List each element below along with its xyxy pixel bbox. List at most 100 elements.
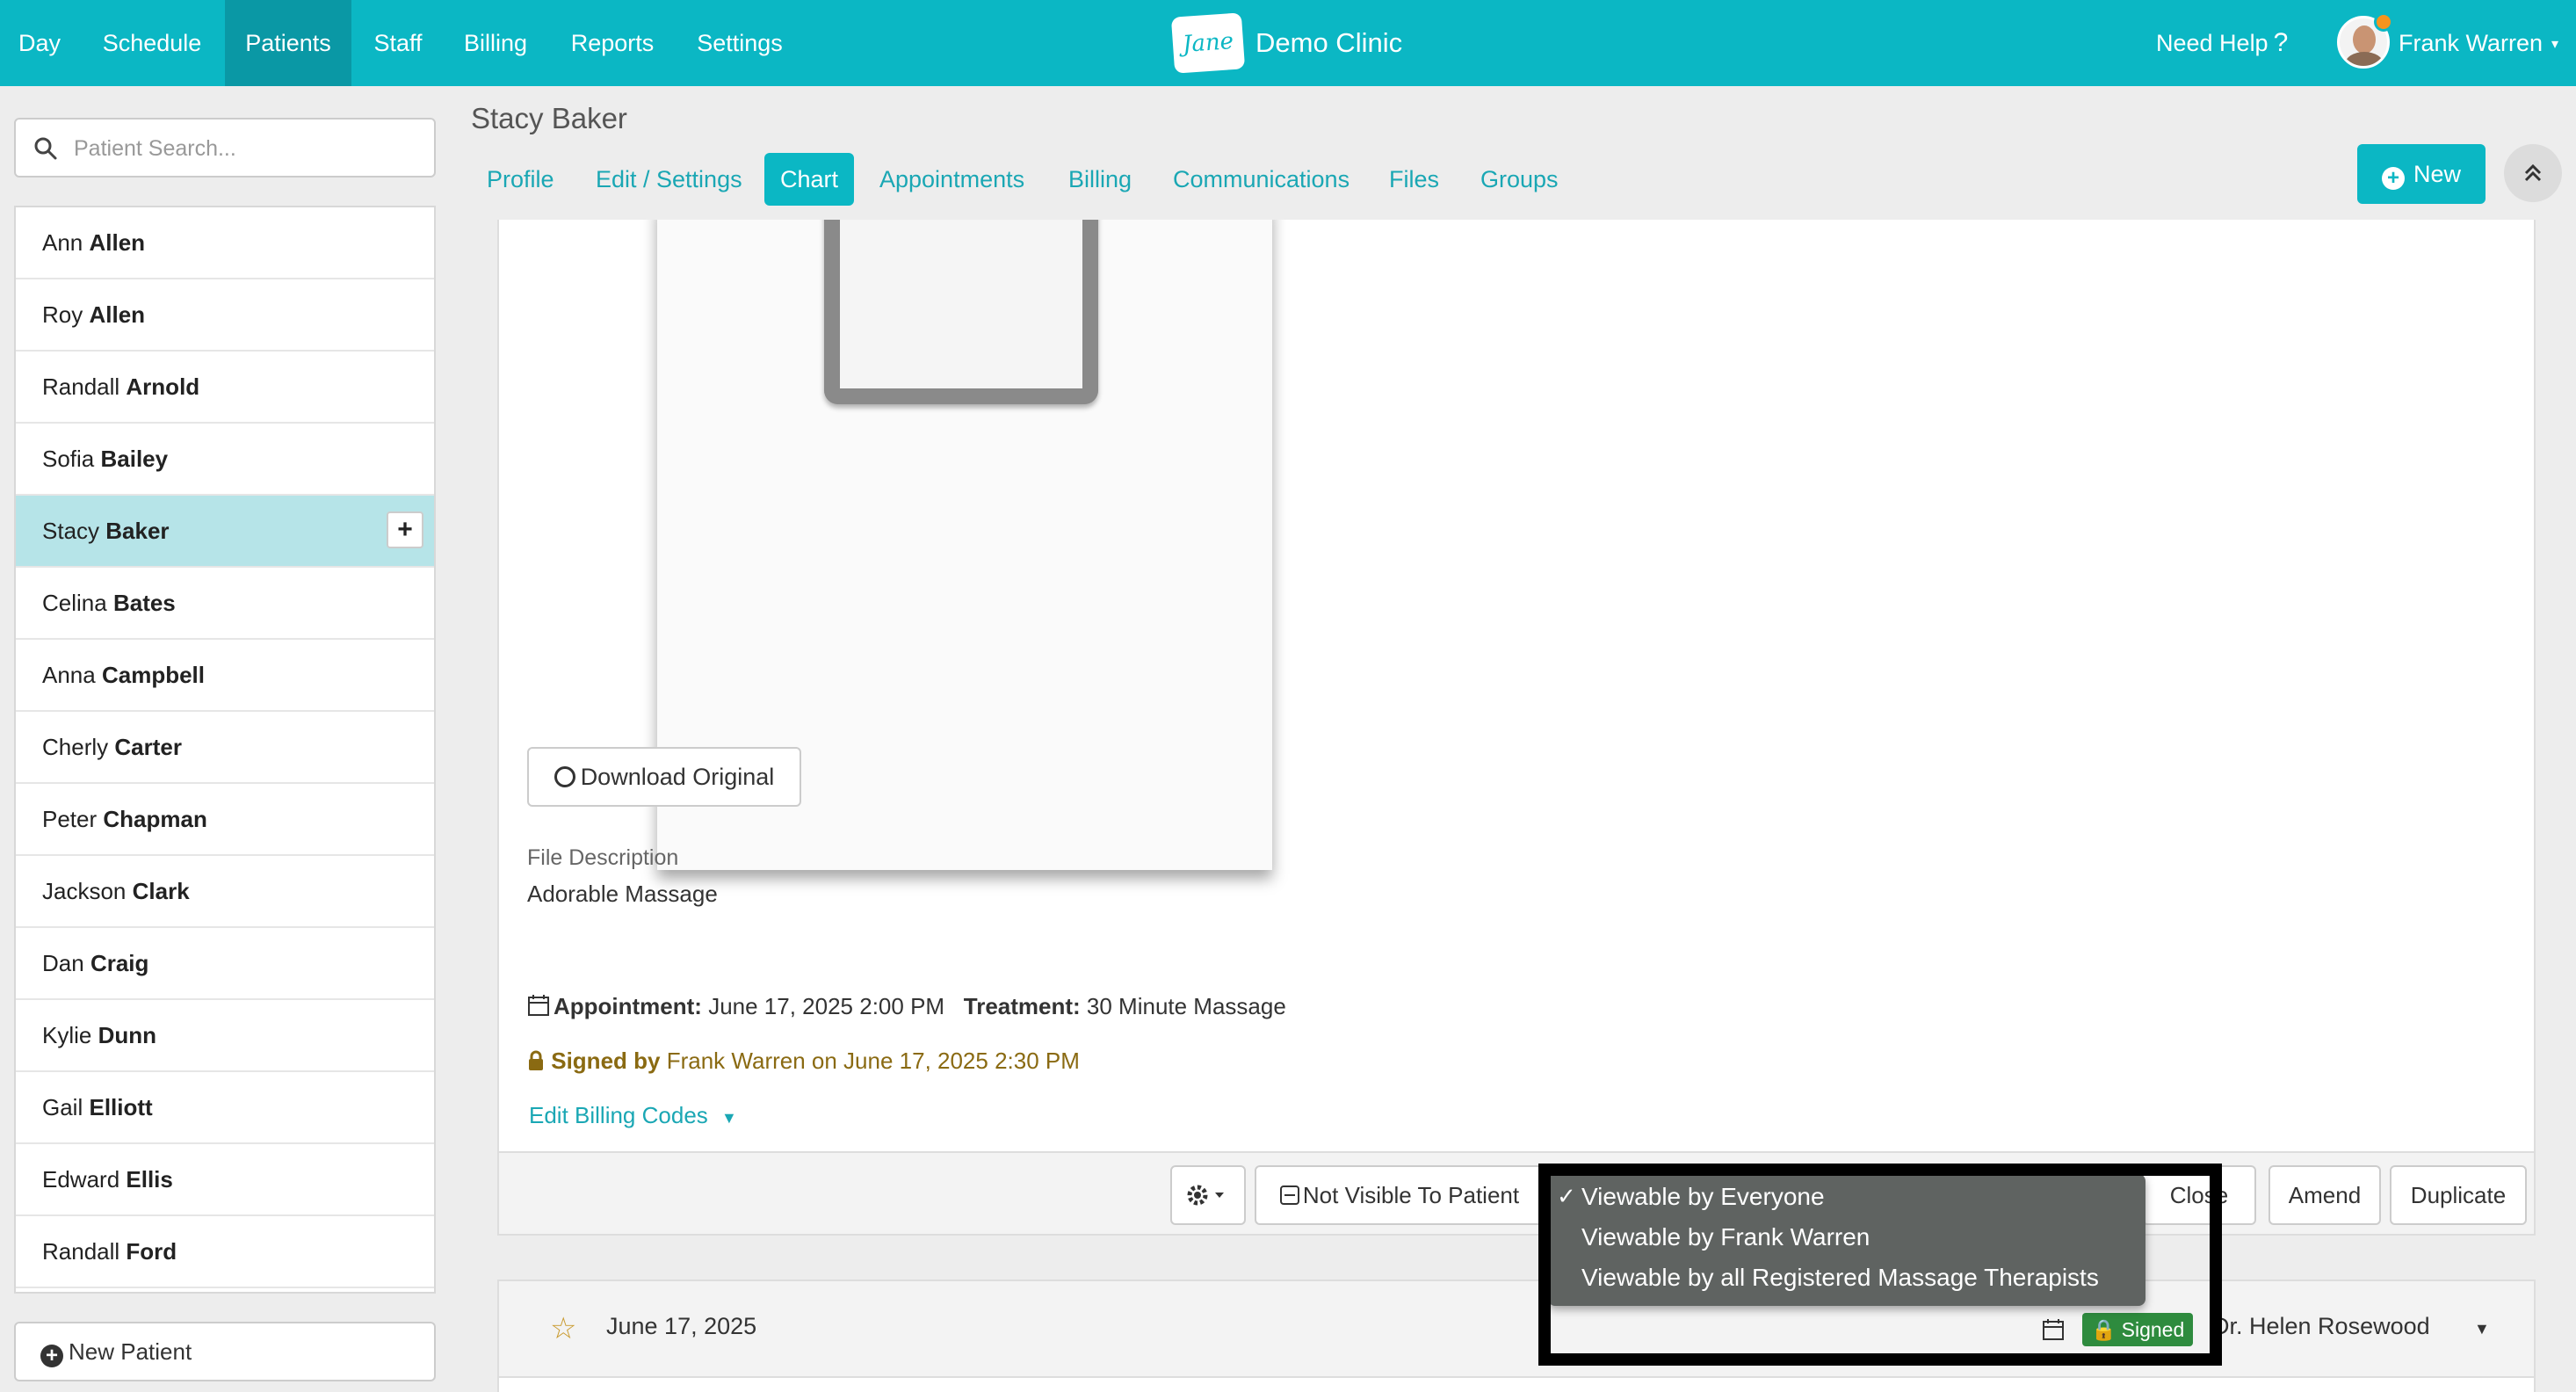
patient-list-item[interactable]: Edward Ellis [16,1144,434,1216]
tab-appointments[interactable]: Appointments [864,153,1040,206]
visibility-button[interactable]: Not Visible To Patient [1255,1165,1545,1225]
amend-button[interactable]: Amend [2268,1165,2381,1225]
entry-header[interactable]: ☆ June 17, 2025 🔒 Signed Dr. Helen Rosewo… [499,1281,2534,1378]
patient-first-name: Stacy [42,518,100,544]
patient-first-name: Kylie [42,1022,92,1048]
download-label: Download Original [580,764,775,790]
patient-last-name: Ford [126,1238,177,1265]
nav-billing[interactable]: Billing [445,0,546,86]
patient-list-item[interactable]: Randall Ford [16,1216,434,1288]
nav-patients[interactable]: Patients [225,0,351,86]
patient-first-name: Ann [42,229,83,256]
jane-logo: Jane [1170,12,1246,74]
download-original-button[interactable]: Download Original [527,747,801,807]
patient-first-name: Randall [42,373,120,400]
search-icon [34,137,57,160]
patient-list-item[interactable]: Anna Campbell [16,640,434,712]
patient-list-item[interactable]: Dan Craig [16,928,434,1000]
patient-list-item[interactable]: Celina Bates [16,568,434,640]
chart-entry-footer: Not Visible To Patient Close Amend Dupli… [499,1151,2534,1234]
patient-first-name: Edward [42,1166,120,1193]
nav-day[interactable]: Day [0,0,79,86]
nav-settings[interactable]: Settings [678,0,801,86]
collapse-button[interactable] [2504,144,2562,202]
appointment-value: June 17, 2025 2:00 PM [708,993,945,1019]
treatment-label: Treatment: [963,993,1081,1019]
need-help-link[interactable]: Need Help? [2156,0,2288,86]
patient-list-item[interactable]: Peter Chapman [16,784,434,856]
patient-last-name: Campbell [101,662,205,688]
patient-last-name: Carter [114,734,182,760]
next-chart-entry: ☆ June 17, 2025 🔒 Signed Dr. Helen Rosewo… [497,1280,2536,1392]
patient-list-item[interactable]: Ann Allen [16,207,434,279]
patient-first-name: Cherly [42,734,109,760]
new-patient-label: New Patient [69,1338,192,1365]
visibility-icon [1279,1185,1299,1205]
gear-icon [1187,1185,1224,1206]
double-chevron-up-icon [2524,163,2542,182]
question-icon: ? [2273,28,2289,57]
patient-first-name: Dan [42,950,84,976]
patient-last-name: Bailey [100,446,169,472]
edit-billing-codes-link[interactable]: Edit Billing Codes ▼ [529,1102,737,1129]
appointment-line: Appointment: June 17, 2025 2:00 PM Treat… [527,993,1286,1020]
tab-profile[interactable]: Profile [471,153,570,206]
nav-staff[interactable]: Staff [351,0,445,86]
patient-list-item[interactable]: Gail Elliott [16,1072,434,1144]
file-description: Adorable Massage [527,881,718,907]
caret-down-icon[interactable]: ▼ [2474,1320,2490,1338]
help-label: Need Help [2156,30,2268,56]
user-menu[interactable]: Frank Warren ▾ [2399,0,2558,86]
patient-last-name: Ellis [126,1166,173,1193]
nav-schedule[interactable]: Schedule [79,0,225,86]
patient-search[interactable] [14,118,436,178]
patient-list-item[interactable]: Sofia Bailey [16,424,434,496]
patient-last-name: Allen [89,301,146,328]
patient-name-title: Stacy Baker [471,102,627,134]
patient-first-name: Gail [42,1094,83,1120]
star-icon[interactable]: ☆ [550,1311,576,1346]
file-preview-frame [824,220,1098,404]
brand[interactable]: Jane Demo Clinic [1170,12,1402,74]
patient-list-item[interactable]: Stacy Baker + [16,496,434,568]
patient-list-item[interactable]: Randall Arnold [16,352,434,424]
tab-communications[interactable]: Communications [1157,153,1365,206]
patient-list-item[interactable]: Kylie Dunn [16,1000,434,1072]
amend-label: Amend [2288,1182,2362,1208]
treatment-value: 30 Minute Massage [1086,993,1286,1019]
patient-list-item[interactable]: Cherly Carter [16,712,434,784]
tab-billing[interactable]: Billing [1053,153,1147,206]
patient-last-name: Dunn [98,1022,157,1048]
patient-first-name: Roy [42,301,83,328]
plus-circle-icon: + [2381,167,2405,190]
tab-edit-settings[interactable]: Edit / Settings [580,153,758,206]
patient-last-name: Clark [132,878,190,904]
tab-chart[interactable]: Chart [764,153,855,206]
new-patient-button[interactable]: + New Patient [14,1322,436,1381]
tab-groups[interactable]: Groups [1465,153,1574,206]
patient-last-name: Chapman [103,806,207,832]
patient-list-item[interactable]: Jackson Clark [16,856,434,928]
highlight-box [1538,1164,2222,1366]
signed-line: Signed by Frank Warren on June 17, 2025 … [527,1048,1080,1075]
settings-dropdown-button[interactable] [1170,1165,1246,1225]
nav-reports[interactable]: Reports [546,0,678,86]
tab-files[interactable]: Files [1373,153,1455,206]
signed-by-value: Frank Warren on June 17, 2025 2:30 PM [666,1048,1080,1074]
patient-search-input[interactable] [74,130,425,167]
add-appointment-button[interactable]: + [387,511,423,548]
caret-down-icon: ▼ [721,1109,737,1127]
new-button-label: New [2413,161,2461,187]
patient-last-name: Bates [112,590,176,616]
patient-last-name: Allen [89,229,146,256]
download-icon [554,766,575,787]
patient-last-name: Craig [90,950,149,976]
top-nav: Day Schedule Patients Staff Billing Repo… [0,0,2576,86]
duplicate-button[interactable]: Duplicate [2390,1165,2527,1225]
patient-first-name: Anna [42,662,96,688]
patient-last-name: Arnold [126,373,200,400]
patient-list-item[interactable]: Roy Allen [16,279,434,352]
entry-date: June 17, 2025 [606,1313,757,1339]
patient-first-name: Peter [42,806,98,832]
new-button[interactable]: + New [2357,144,2486,204]
